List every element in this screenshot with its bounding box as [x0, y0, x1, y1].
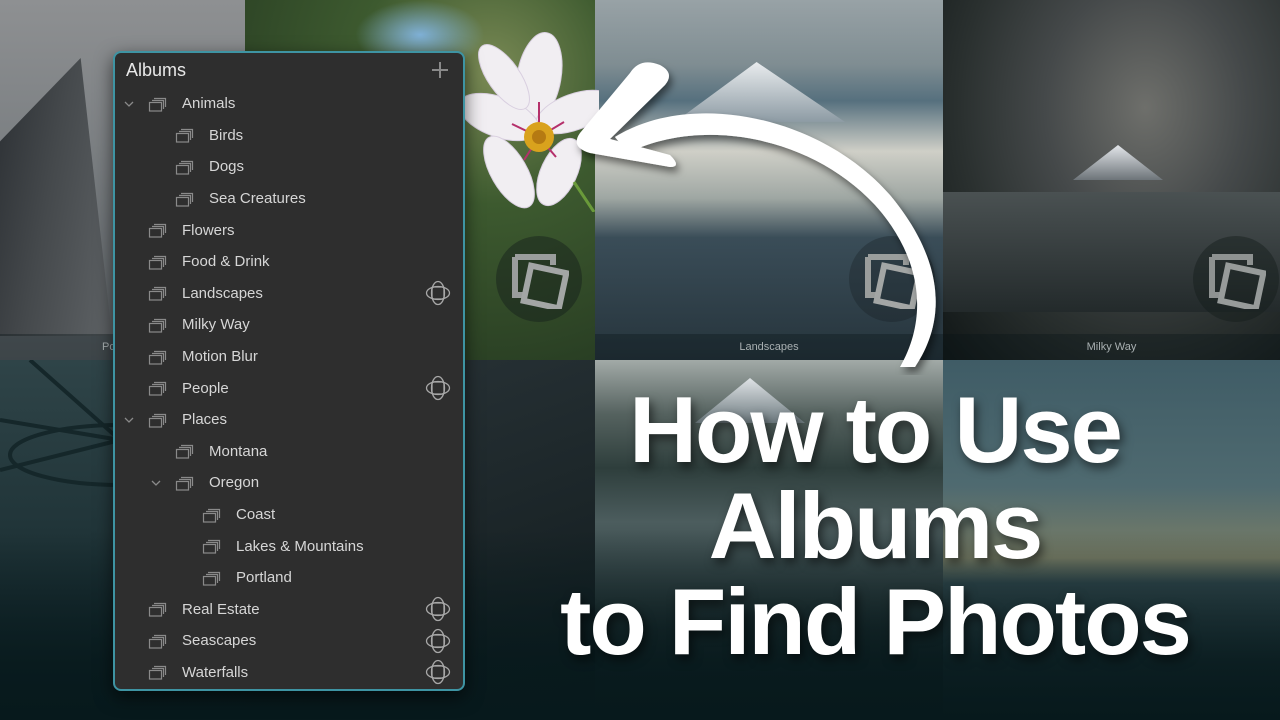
album-item[interactable]: Flowers [115, 214, 463, 246]
chevron-down-icon[interactable] [150, 477, 162, 489]
album-icon [148, 285, 168, 301]
album-icon [148, 601, 168, 617]
album-item-label: Landscapes [182, 284, 263, 302]
album-icon [148, 412, 168, 428]
album-item[interactable]: Coast [115, 499, 463, 531]
album-icon [175, 191, 195, 207]
album-item-label: Real Estate [182, 600, 260, 618]
headline: How to Use Albums to Find Photos [470, 382, 1280, 670]
album-icon [202, 570, 222, 586]
albums-panel-title: Albums [126, 60, 187, 80]
mountain-photo [1073, 145, 1163, 180]
album-item-label: Oregon [209, 474, 260, 492]
shared-album-icon[interactable] [425, 280, 451, 306]
mountain-photo [675, 62, 845, 122]
headline-line-3: to Find Photos [560, 569, 1192, 674]
shared-album-icon[interactable] [425, 375, 451, 401]
album-item-label: Dogs [209, 158, 245, 176]
album-item[interactable]: Birds [115, 120, 463, 152]
album-item[interactable]: Dogs [115, 151, 463, 183]
album-icon [148, 254, 168, 270]
building-photo [0, 58, 112, 336]
album-item[interactable]: People [115, 372, 463, 404]
album-stack-icon [849, 236, 935, 322]
album-item[interactable]: Milky Way [115, 309, 463, 341]
album-item-label: Coast [236, 506, 276, 524]
shared-album-icon[interactable] [425, 628, 451, 654]
album-stack-icon [496, 236, 582, 322]
album-item-label: Seascapes [182, 632, 257, 650]
album-item-label: Places [182, 411, 228, 429]
album-item[interactable]: Lakes & Mountains [115, 530, 463, 562]
chevron-down-icon[interactable] [123, 98, 135, 110]
album-stack-icon [1193, 236, 1279, 322]
album-icon [148, 96, 168, 112]
album-icon [148, 380, 168, 396]
add-album-button[interactable] [431, 61, 449, 79]
shared-album-icon[interactable] [425, 596, 451, 622]
album-icon [148, 222, 168, 238]
album-item-label: Flowers [182, 221, 235, 239]
album-icon [175, 159, 195, 175]
album-item-label: People [182, 379, 229, 397]
album-item[interactable]: Sea Creatures [115, 183, 463, 215]
album-item[interactable]: Montana [115, 436, 463, 468]
album-list: Animals Birds Dogs Sea Creatures Flowers Food… [115, 88, 463, 688]
album-tile-caption: Milky Way [943, 334, 1280, 360]
albums-panel-header: Albums [115, 53, 463, 89]
headline-line-2: Albums [708, 473, 1044, 578]
album-icon [202, 538, 222, 554]
album-item-label: Milky Way [182, 316, 250, 334]
album-item[interactable]: Portland [115, 562, 463, 594]
album-item[interactable]: Waterfalls [115, 657, 463, 689]
album-icon [148, 664, 168, 681]
album-icon [148, 317, 168, 333]
album-item-label: Sea Creatures [209, 190, 306, 208]
album-item[interactable]: Places [115, 404, 463, 436]
chevron-down-icon[interactable] [123, 414, 135, 426]
album-item[interactable]: Food & Drink [115, 246, 463, 278]
album-icon [175, 127, 195, 143]
album-item[interactable]: Seascapes [115, 625, 463, 657]
album-item-label: Lakes & Mountains [236, 537, 364, 555]
album-tile-landscapes[interactable]: Landscapes [595, 0, 943, 360]
shared-album-icon[interactable] [425, 659, 451, 685]
album-item-label: Food & Drink [182, 253, 270, 271]
album-item-label: Motion Blur [182, 348, 258, 366]
album-item-label: Waterfalls [182, 663, 249, 681]
album-tile-milky-way[interactable]: Milky Way [943, 0, 1280, 360]
album-item[interactable]: Oregon [115, 467, 463, 499]
album-icon [175, 443, 195, 459]
album-item-label: Portland [236, 569, 292, 587]
album-item[interactable]: Motion Blur [115, 341, 463, 373]
album-item[interactable]: Real Estate [115, 594, 463, 626]
flower-photo [464, 32, 599, 212]
album-item[interactable]: Animals [115, 88, 463, 120]
album-icon [148, 349, 168, 365]
album-tile-caption: Landscapes [595, 334, 943, 360]
headline-line-1: How to Use [629, 377, 1123, 482]
album-item-label: Montana [209, 442, 268, 460]
album-icon [148, 633, 168, 649]
album-item-label: Birds [209, 126, 244, 144]
album-item[interactable]: Landscapes [115, 278, 463, 310]
album-item-label: Animals [182, 95, 236, 113]
albums-panel: Albums Animals Birds Dogs Sea Creatures Flow… [113, 51, 465, 691]
album-icon [175, 475, 195, 491]
album-icon [202, 507, 222, 523]
